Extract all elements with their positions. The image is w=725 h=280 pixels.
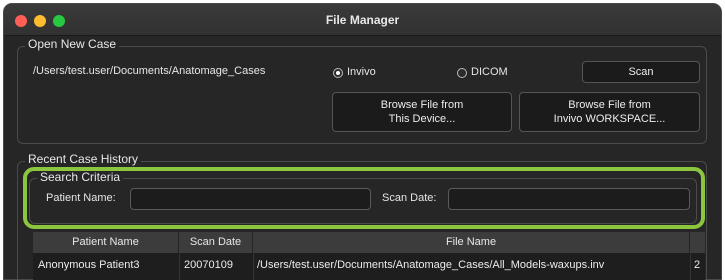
browse-device-button[interactable]: Browse File from This Device... <box>332 92 512 132</box>
open-new-case-legend: Open New Case <box>25 37 120 51</box>
column-divider <box>179 253 180 280</box>
invivo-radio[interactable] <box>333 68 343 78</box>
browse-workspace-label-line2: Invivo WORKSPACE... <box>553 113 666 125</box>
table-cell-patient[interactable]: Anonymous Patient3 <box>38 259 140 271</box>
case-folder-path: /Users/test.user/Documents/Anatomage_Cas… <box>33 65 266 77</box>
invivo-radio-label[interactable]: Invivo <box>347 66 376 78</box>
browse-device-label-line2: This Device... <box>388 113 456 125</box>
browse-workspace-label-line1: Browse File from <box>568 99 651 111</box>
column-header-patient-name[interactable]: Patient Name <box>33 232 179 253</box>
browse-workspace-button[interactable]: Browse File from Invivo WORKSPACE... <box>519 92 700 132</box>
search-criteria-highlight <box>23 167 705 229</box>
window-title: File Manager <box>325 13 400 27</box>
column-header-extra[interactable] <box>690 232 705 253</box>
title-bar: File Manager <box>4 4 721 36</box>
dicom-radio-label[interactable]: DICOM <box>471 66 508 78</box>
case-history-table: Patient Name Scan Date File Name Anonymo… <box>33 232 705 280</box>
column-header-scan-date[interactable]: Scan Date <box>179 232 253 253</box>
table-cell-file[interactable]: /Users/test.user/Documents/Anatomage_Cas… <box>257 259 604 271</box>
browse-device-label-line1: Browse File from <box>380 99 464 111</box>
dicom-radio[interactable] <box>457 68 467 78</box>
table-cell-extra[interactable]: 2 <box>694 259 700 271</box>
column-divider <box>253 253 254 280</box>
table-cell-date[interactable]: 20070109 <box>184 259 233 271</box>
column-divider <box>690 253 691 280</box>
column-header-file-name[interactable]: File Name <box>253 232 690 253</box>
scan-button[interactable]: Scan <box>582 61 700 83</box>
recent-case-history-legend: Recent Case History <box>25 152 142 166</box>
